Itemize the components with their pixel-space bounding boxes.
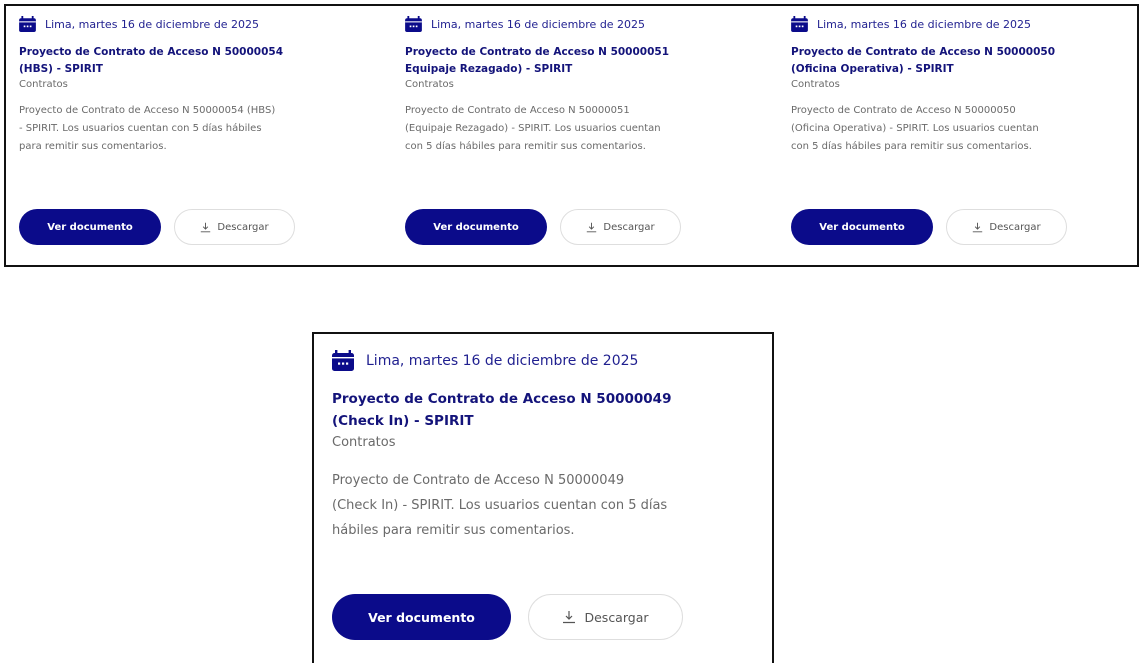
download-label: Descargar bbox=[217, 221, 269, 233]
view-document-button[interactable]: Ver documento bbox=[791, 209, 933, 245]
calendar-icon bbox=[19, 16, 36, 32]
download-label: Descargar bbox=[989, 221, 1041, 233]
card-title[interactable]: Proyecto de Contrato de Acceso N 5000005… bbox=[791, 44, 1136, 78]
card-date: Lima, martes 16 de diciembre de 2025 bbox=[45, 17, 260, 31]
card-actions: Ver documento Descargar bbox=[19, 209, 295, 245]
card-date: Lima, martes 16 de diciembre de 2025 bbox=[817, 17, 1032, 31]
card-description: Proyecto de Contrato de Acceso N 5000004… bbox=[332, 473, 668, 538]
download-button[interactable]: Descargar bbox=[528, 594, 683, 640]
card-date: Lima, martes 16 de diciembre de 2025 bbox=[366, 352, 639, 369]
download-label: Descargar bbox=[603, 221, 655, 233]
card-title[interactable]: Proyecto de Contrato de Acceso N 5000005… bbox=[19, 44, 364, 78]
card-date: Lima, martes 16 de diciembre de 2025 bbox=[431, 17, 646, 31]
card-actions: Ver documento Descargar bbox=[332, 594, 683, 640]
download-label: Descargar bbox=[584, 609, 649, 625]
date-row: Lima, martes 16 de diciembre de 2025 bbox=[405, 16, 750, 32]
card-actions: Ver documento Descargar bbox=[405, 209, 681, 245]
card-category: Contratos bbox=[19, 79, 68, 90]
download-button[interactable]: Descargar bbox=[946, 209, 1067, 245]
card-category: Contratos bbox=[791, 79, 840, 90]
calendar-icon bbox=[791, 16, 808, 32]
download-icon bbox=[201, 222, 211, 232]
document-card: Lima, martes 16 de diciembre de 2025 Pro… bbox=[405, 16, 750, 256]
view-document-button[interactable]: Ver documento bbox=[332, 594, 511, 640]
date-row: Lima, martes 16 de diciembre de 2025 bbox=[791, 16, 1136, 32]
view-document-button[interactable]: Ver documento bbox=[19, 209, 161, 245]
download-icon bbox=[973, 222, 983, 232]
card-category: Contratos bbox=[332, 435, 396, 450]
calendar-icon bbox=[405, 16, 422, 32]
card-description: Proyecto de Contrato de Acceso N 5000005… bbox=[405, 105, 661, 152]
card-category: Contratos bbox=[405, 79, 454, 90]
card-description: Proyecto de Contrato de Acceso N 5000005… bbox=[791, 105, 1039, 152]
document-card: Lima, martes 16 de diciembre de 2025 Pro… bbox=[332, 350, 762, 650]
date-row: Lima, martes 16 de diciembre de 2025 bbox=[332, 350, 762, 371]
download-icon bbox=[587, 222, 597, 232]
download-button[interactable]: Descargar bbox=[174, 209, 295, 245]
card-title[interactable]: Proyecto de Contrato de Acceso N 5000004… bbox=[332, 388, 762, 432]
card-title[interactable]: Proyecto de Contrato de Acceso N 5000005… bbox=[405, 44, 750, 78]
view-document-button[interactable]: Ver documento bbox=[405, 209, 547, 245]
download-icon bbox=[563, 611, 576, 624]
card-description: Proyecto de Contrato de Acceso N 5000005… bbox=[19, 105, 276, 152]
calendar-icon bbox=[332, 350, 354, 371]
document-card: Lima, martes 16 de diciembre de 2025 Pro… bbox=[19, 16, 364, 256]
document-card: Lima, martes 16 de diciembre de 2025 Pro… bbox=[791, 16, 1136, 256]
card-actions: Ver documento Descargar bbox=[791, 209, 1067, 245]
download-button[interactable]: Descargar bbox=[560, 209, 681, 245]
date-row: Lima, martes 16 de diciembre de 2025 bbox=[19, 16, 364, 32]
